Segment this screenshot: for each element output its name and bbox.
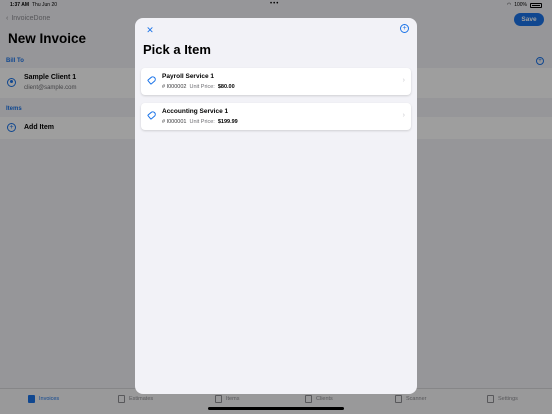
item-name: Accounting Service 1 (162, 108, 229, 115)
chevron-right-icon: › (402, 77, 405, 84)
unit-price: $199.99 (217, 119, 238, 125)
close-icon[interactable]: ✕ (145, 25, 155, 35)
item-card[interactable]: Payroll Service 1 # I000002 Unit Price: … (141, 68, 411, 95)
item-name: Payroll Service 1 (162, 73, 215, 80)
item-number: # I000002 (162, 84, 187, 90)
tag-icon (147, 110, 157, 120)
sheet-title: Pick a Item (143, 42, 211, 57)
item-meta: # I000002 Unit Price: $80.00 (162, 84, 235, 90)
chevron-right-icon: › (402, 112, 405, 119)
pick-item-sheet: ✕ + Pick a Item Payroll Service 1 # I000… (135, 18, 417, 394)
add-item-icon[interactable]: + (400, 24, 409, 33)
unit-price-label: Unit Price: (189, 119, 215, 125)
item-meta: # I000001 Unit Price: $199.99 (162, 119, 238, 125)
item-number: # I000001 (162, 119, 187, 125)
item-card[interactable]: Accounting Service 1 # I000001 Unit Pric… (141, 103, 411, 130)
unit-price-label: Unit Price: (189, 84, 215, 90)
home-indicator (208, 407, 344, 410)
unit-price: $80.00 (217, 84, 235, 90)
tag-icon (147, 75, 157, 85)
